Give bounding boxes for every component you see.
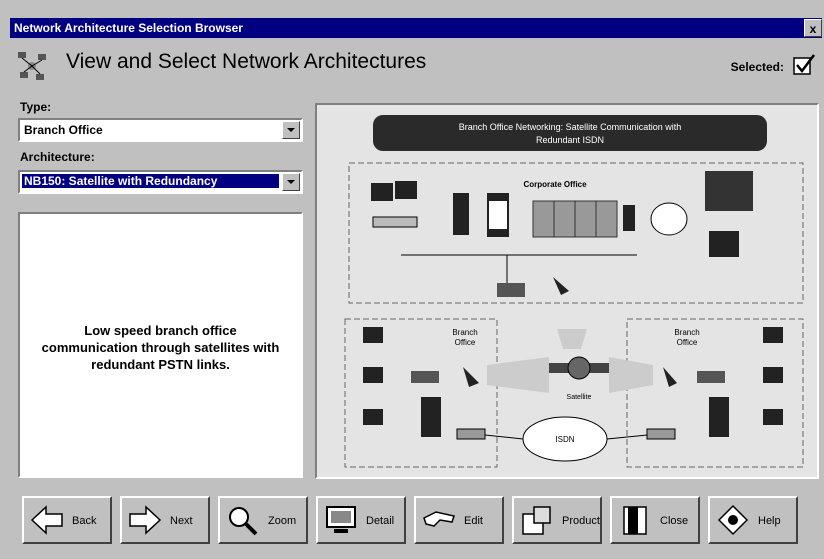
type-label: Type: <box>20 100 52 114</box>
router-icon <box>697 371 725 383</box>
terminal-adapter-icon <box>456 428 486 440</box>
detail-button[interactable]: Detail <box>316 496 406 544</box>
server-icon <box>421 397 441 437</box>
close-button[interactable]: Close <box>610 496 700 544</box>
branch-office-right-label: Office <box>677 338 698 347</box>
zoom-magnifier-icon <box>229 507 258 536</box>
network-diagram-svg: Branch Office Networking: Satellite Comm… <box>317 105 817 477</box>
corporate-office-label: Corporate Office <box>523 180 587 189</box>
host-system-icon <box>709 231 739 257</box>
selected-label: Selected: <box>730 60 784 74</box>
application-window: Network Architecture Selection Browser x… <box>0 0 824 559</box>
edit-button[interactable]: Edit <box>414 496 504 544</box>
close-door-icon <box>623 506 647 535</box>
mainframe-icon <box>532 200 618 238</box>
network-logo-icon <box>18 52 46 80</box>
product-label: Product <box>562 515 600 527</box>
description-panel: Low speed branch office communication th… <box>18 212 303 478</box>
window-title: Network Architecture Selection Browser <box>14 21 243 35</box>
satellite-label: Satellite <box>567 394 592 401</box>
router-icon <box>497 283 525 297</box>
zoom-label: Zoom <box>268 515 297 527</box>
selected-checkbox-icon[interactable] <box>792 52 816 76</box>
detail-monitor-icon <box>326 506 356 533</box>
architecture-value: NB150: Satellite with Redundancy <box>22 174 279 188</box>
edit-hand-icon <box>423 511 455 527</box>
close-window-button[interactable]: x <box>804 19 822 37</box>
help-compass-icon <box>717 504 749 536</box>
banner-line-1: Branch Office Networking: Satellite Comm… <box>459 122 681 132</box>
back-label: Back <box>72 515 97 527</box>
architecture-label: Architecture: <box>20 150 95 164</box>
page-title: View and Select Network Architectures <box>66 50 427 73</box>
page-header: View and Select Network Architectures Se… <box>10 40 822 88</box>
type-value: Branch Office <box>24 123 103 137</box>
next-button[interactable]: Next <box>120 496 210 544</box>
gateway-icon <box>623 205 635 231</box>
close-label: Close <box>660 515 689 527</box>
branch-right-pcs <box>763 327 783 425</box>
architecture-diagram: Branch Office Networking: Satellite Comm… <box>315 103 819 479</box>
detail-label: Detail <box>366 515 395 527</box>
back-arrow-icon <box>30 505 63 535</box>
chevron-down-icon[interactable] <box>282 173 300 191</box>
help-button[interactable]: Help <box>708 496 798 544</box>
title-bar: Network Architecture Selection Browser x <box>10 18 822 38</box>
architecture-dropdown[interactable]: NB150: Satellite with Redundancy <box>18 170 303 194</box>
network-cloud-icon <box>650 202 688 236</box>
next-arrow-icon <box>129 505 162 535</box>
branch-office-left-label: Branch <box>452 328 477 337</box>
banner-line-2: Redundant ISDN <box>536 135 604 145</box>
product-box-icon <box>522 506 551 535</box>
host-system-icon <box>705 171 753 211</box>
router-icon <box>411 371 439 383</box>
branch-left-pcs <box>363 327 383 425</box>
zoom-button[interactable]: Zoom <box>218 496 308 544</box>
chevron-down-icon[interactable] <box>282 121 300 139</box>
navigation-toolbar: Back Next Zoom Detail Edit Product Close… <box>10 490 822 552</box>
terminal-adapter-icon <box>646 428 676 440</box>
server-icon <box>453 193 469 235</box>
isdn-label: ISDN <box>555 435 574 444</box>
branch-office-right-label: Branch <box>674 328 699 337</box>
next-label: Next <box>170 515 193 527</box>
help-label: Help <box>758 515 781 527</box>
type-dropdown[interactable]: Branch Office <box>18 118 303 142</box>
server-icon <box>709 397 729 437</box>
product-button[interactable]: Product <box>512 496 602 544</box>
description-text: Low speed branch office communication th… <box>41 323 280 372</box>
back-button[interactable]: Back <box>22 496 112 544</box>
branch-office-left-label: Office <box>455 338 476 347</box>
diagram-banner <box>373 115 767 151</box>
edit-label: Edit <box>464 515 483 527</box>
